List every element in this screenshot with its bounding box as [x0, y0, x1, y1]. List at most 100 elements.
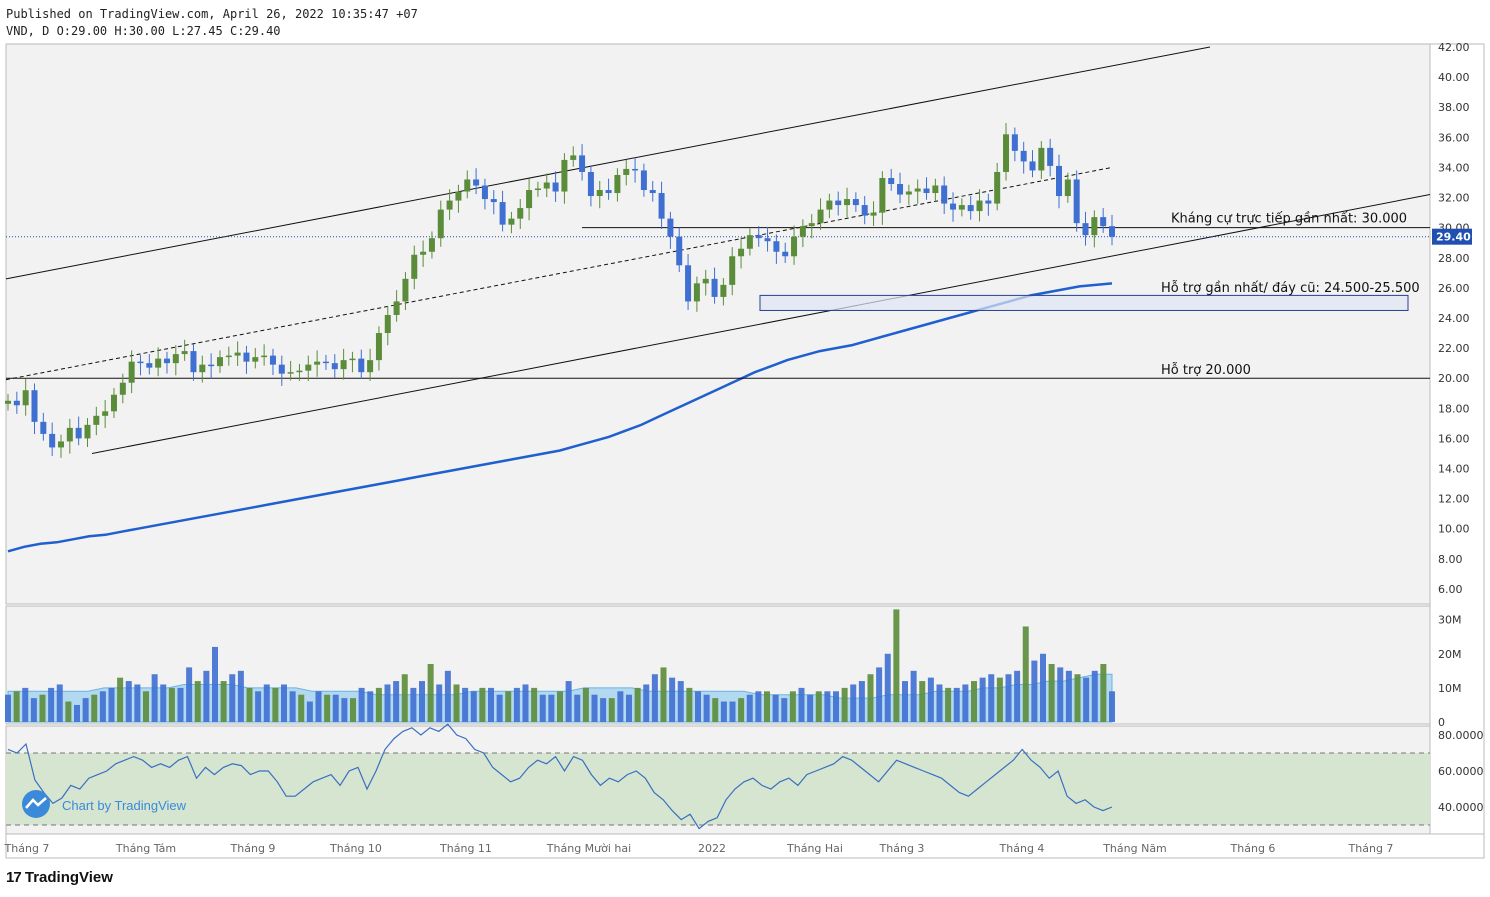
candle-body — [1109, 226, 1115, 237]
footer-logo[interactable]: 17 TradingView — [6, 869, 113, 886]
candle-body — [764, 238, 771, 242]
volume-bar — [643, 684, 650, 722]
candle-body — [685, 265, 692, 302]
volume-bar — [936, 684, 943, 722]
candle-body — [623, 168, 630, 175]
volume-bar — [513, 687, 520, 722]
volume-bar — [134, 684, 141, 722]
candle-body — [428, 238, 435, 252]
volume-bar — [884, 653, 891, 722]
volume-bar — [695, 691, 701, 722]
volume-bar — [945, 687, 952, 722]
volume-bar — [151, 674, 158, 722]
volume-bar — [246, 687, 253, 722]
price-pane[interactable] — [5, 43, 1431, 605]
candle-body — [561, 159, 568, 192]
volume-bar — [367, 691, 374, 722]
price-tick-label: 34.00 — [1438, 161, 1470, 174]
time-tick-label: Tháng Hai — [786, 842, 843, 855]
candle-body — [632, 168, 639, 171]
price-tick-label: 36.00 — [1438, 131, 1470, 144]
volume-bar — [22, 687, 29, 722]
volume-bar — [48, 687, 55, 722]
volume-bar — [746, 694, 753, 722]
price-tick-label: 18.00 — [1438, 402, 1470, 415]
last-price-label: 29.40 — [1436, 231, 1471, 244]
candle-body — [508, 218, 515, 225]
candle-body — [817, 209, 824, 224]
volume-bar — [789, 691, 796, 722]
candle-body — [808, 223, 815, 227]
candle-body — [84, 424, 91, 439]
volume-bar — [669, 677, 676, 722]
candle-body — [517, 208, 524, 219]
candle-body — [738, 248, 745, 257]
candle-body — [340, 360, 347, 370]
candle-body — [914, 188, 921, 192]
candle-body — [367, 360, 374, 373]
volume-bar — [1031, 660, 1038, 722]
candle-body — [57, 441, 64, 448]
volume-bar — [298, 694, 305, 722]
volume-bar — [841, 687, 848, 722]
candle-body — [420, 251, 427, 255]
candle-body — [649, 190, 656, 194]
volume-bar — [626, 694, 632, 722]
candle-body — [1073, 179, 1080, 224]
candle-body — [481, 185, 488, 200]
volume-bar — [867, 674, 874, 722]
volume-bar — [617, 691, 624, 722]
chart-area[interactable]: 42.0040.0038.0036.0034.0032.0030.0028.00… — [0, 0, 1490, 897]
volume-bar — [177, 687, 184, 722]
candle-body — [473, 179, 480, 186]
volume-bar — [306, 701, 313, 722]
volume-bar — [453, 684, 460, 722]
volume-bar — [1040, 653, 1046, 722]
price-tick-label: 10.00 — [1438, 523, 1470, 536]
candle-body — [490, 199, 497, 203]
candle-body — [375, 333, 382, 361]
volume-tick-label: 20M — [1438, 648, 1462, 661]
volume-bar — [996, 677, 1003, 722]
candle-body — [128, 361, 135, 383]
volume-bar — [125, 681, 132, 722]
candle-body — [1003, 134, 1010, 172]
volume-bar — [531, 687, 538, 722]
candle-body — [826, 200, 833, 210]
candle-body — [322, 361, 329, 364]
volume-bar — [410, 687, 417, 722]
volume-bar — [289, 691, 296, 722]
candle-body — [446, 200, 453, 210]
candle-body — [102, 411, 109, 416]
candle-body — [782, 251, 789, 257]
candle-body — [950, 203, 957, 210]
volume-bar — [772, 694, 779, 722]
time-tick-label: Tháng Năm — [1102, 842, 1167, 855]
time-tick-label: Tháng Mười hai — [546, 842, 631, 855]
volume-tick-label: 10M — [1438, 682, 1462, 695]
candle-body — [552, 182, 559, 192]
candle-body — [579, 155, 586, 172]
volume-bar — [815, 691, 822, 722]
candle-body — [40, 421, 47, 434]
candle-body — [137, 361, 144, 364]
price-tick-label: 14.00 — [1438, 463, 1470, 476]
volume-bar — [979, 677, 986, 722]
volume-bar — [1091, 670, 1098, 722]
candle-body — [234, 352, 241, 356]
volume-bar — [927, 677, 934, 722]
price-tick-label: 8.00 — [1438, 553, 1463, 566]
volume-bar — [56, 684, 63, 722]
candle-body — [1047, 147, 1054, 166]
candle-body — [243, 352, 250, 362]
volume-bar — [358, 687, 365, 722]
volume-bar — [824, 691, 831, 722]
price-tick-label: 12.00 — [1438, 493, 1470, 506]
volume-bar — [1048, 664, 1055, 722]
volume-bar — [953, 687, 960, 722]
candle-body — [331, 363, 338, 370]
volume-bar — [807, 694, 814, 722]
price-tick-label: 28.00 — [1438, 252, 1470, 265]
volume-bar — [522, 684, 529, 722]
candle-body — [208, 364, 215, 367]
